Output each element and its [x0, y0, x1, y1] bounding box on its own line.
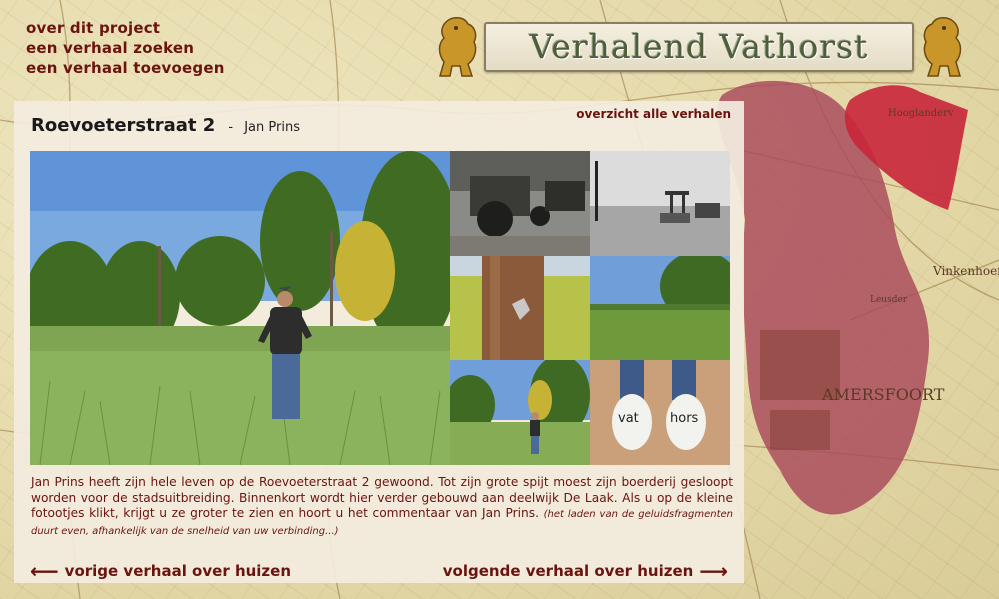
story-description: Jan Prins heeft zijn hele leven op de Ro… — [31, 475, 733, 539]
previous-story-label: vorige verhaal over huizen — [64, 562, 292, 580]
svg-text:AMERSFOORT: AMERSFOORT — [821, 385, 945, 404]
overview-all-stories-link[interactable]: overzicht alle verhalen — [576, 107, 731, 121]
thumb-field-photo[interactable] — [590, 256, 730, 360]
story-title: Roevoeterstraat 2 — [31, 115, 216, 136]
top-navigation: over dit project een verhaal zoeken een … — [26, 18, 225, 78]
arrow-right-icon: ⟶ — [699, 559, 728, 583]
thumb-man-field-photo[interactable] — [450, 360, 590, 465]
banner-scroll: Verhalend Vathorst — [484, 22, 914, 72]
story-header: Roevoeterstraat 2 - Jan Prins — [31, 115, 300, 143]
site-title: Verhalend Vathorst — [529, 27, 869, 66]
title-separator: - — [228, 120, 234, 135]
story-panel: Roevoeterstraat 2 - Jan Prins overzicht … — [14, 101, 744, 583]
thumb-tree-trunk-photo[interactable] — [450, 256, 590, 360]
svg-text:Hooglanderv: Hooglanderv — [888, 108, 954, 119]
thumb-old-well-photo[interactable] — [590, 151, 730, 256]
svg-text:Leusder: Leusder — [870, 295, 908, 305]
svg-text:Vinkenhoef: Vinkenhoef — [932, 264, 999, 278]
next-story-label: volgende verhaal over huizen — [442, 562, 694, 580]
nav-link-search-story[interactable]: een verhaal zoeken — [26, 38, 225, 58]
nav-link-add-story[interactable]: een verhaal toevoegen — [26, 58, 225, 78]
next-story-link[interactable]: volgende verhaal over huizen ⟶ — [443, 561, 734, 581]
heraldic-lion-icon — [438, 17, 477, 77]
previous-story-link[interactable]: ⟵ vorige verhaal over huizen — [24, 561, 291, 581]
clog-text-right: hors — [670, 411, 699, 426]
thumb-clogs-photo[interactable]: vat hors — [590, 360, 730, 465]
story-author: Jan Prins — [244, 120, 300, 135]
main-photo — [30, 151, 450, 465]
heraldic-lion-icon — [923, 17, 962, 77]
thumb-tractor-photo[interactable] — [450, 151, 590, 256]
site-banner: Verhalend Vathorst — [432, 12, 966, 82]
nav-link-about[interactable]: over dit project — [26, 18, 225, 38]
clog-text-left: vat — [618, 411, 639, 426]
thumbnail-grid: vat hors — [450, 151, 730, 465]
arrow-left-icon: ⟵ — [30, 559, 59, 583]
